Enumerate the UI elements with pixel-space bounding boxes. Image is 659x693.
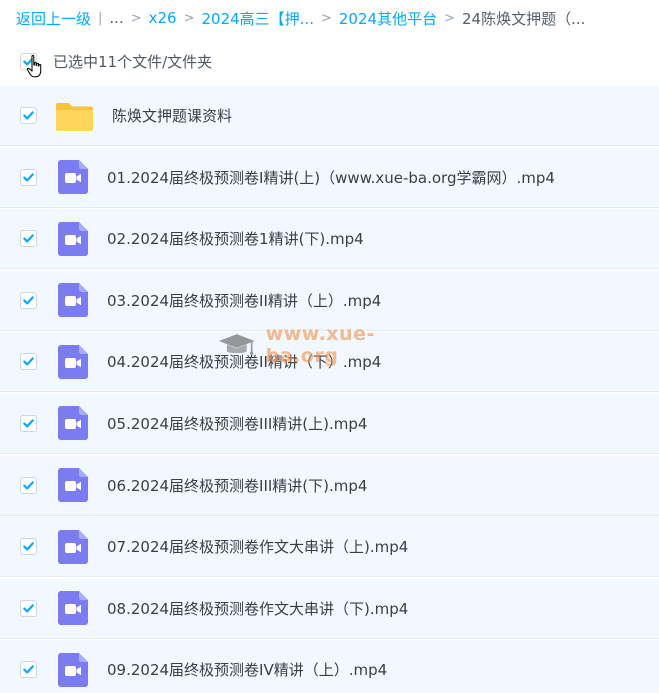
selection-bar: 已选中11个文件/文件夹 bbox=[0, 44, 659, 78]
video-file-icon bbox=[58, 344, 88, 379]
checkmark-icon bbox=[23, 296, 34, 305]
file-row[interactable]: 07.2024届终极预测卷作文大串讲（上).mp4 bbox=[0, 517, 659, 578]
checkmark-icon bbox=[23, 542, 34, 551]
video-file-icon bbox=[58, 283, 88, 318]
row-checkbox[interactable] bbox=[20, 599, 37, 617]
breadcrumb-separator-icon: > bbox=[130, 10, 142, 26]
folder-row[interactable]: 陈焕文押题课资料 bbox=[0, 86, 659, 146]
file-name[interactable]: 01.2024届终极预测卷I精讲(上)（www.xue-ba.org学霸网）.m… bbox=[107, 167, 555, 188]
file-row[interactable]: 01.2024届终极预测卷I精讲(上)（www.xue-ba.org学霸网）.m… bbox=[0, 147, 659, 208]
file-row[interactable]: 06.2024届终极预测卷III精讲(下).mp4 bbox=[0, 455, 659, 516]
breadcrumb-item-gaosan[interactable]: 2024高三【押... bbox=[202, 8, 314, 29]
video-file-icon bbox=[58, 406, 88, 441]
checkmark-icon bbox=[23, 172, 34, 182]
file-name[interactable]: 07.2024届终极预测卷作文大串讲（上).mp4 bbox=[107, 536, 408, 557]
breadcrumb-separator-icon: > bbox=[183, 10, 195, 26]
row-checkbox[interactable] bbox=[20, 168, 37, 186]
breadcrumb-item-other-platforms[interactable]: 2024其他平台 bbox=[339, 8, 437, 29]
row-checkbox[interactable] bbox=[20, 661, 37, 679]
row-checkbox[interactable] bbox=[20, 107, 37, 124]
breadcrumb-separator-icon: > bbox=[444, 10, 455, 26]
folder-icon bbox=[56, 101, 93, 131]
checkmark-icon bbox=[23, 56, 34, 65]
file-row[interactable]: 04.2024届终极预测卷II精讲（下）.mp4 bbox=[0, 332, 659, 393]
selection-count-label: 已选中11个文件/文件夹 bbox=[53, 52, 213, 71]
file-name[interactable]: 06.2024届终极预测卷III精讲(下).mp4 bbox=[107, 475, 367, 496]
video-file-icon bbox=[58, 160, 88, 195]
file-name[interactable]: 09.2024届终极预测卷IV精讲（上）.mp4 bbox=[107, 659, 387, 680]
row-checkbox[interactable] bbox=[20, 230, 37, 248]
file-row[interactable]: 03.2024届终极预测卷II精讲（上）.mp4 bbox=[0, 270, 659, 331]
breadcrumb: 返回上一级 | ... > x26 > 2024高三【押... > 2024其他… bbox=[0, 0, 659, 36]
breadcrumb-ellipsis[interactable]: ... bbox=[109, 9, 123, 27]
checkmark-icon bbox=[23, 665, 34, 674]
row-checkbox[interactable] bbox=[20, 414, 37, 432]
breadcrumb-back-link[interactable]: 返回上一级 bbox=[16, 8, 91, 29]
row-checkbox[interactable] bbox=[20, 353, 37, 371]
select-all-checkbox[interactable] bbox=[20, 52, 37, 70]
file-row[interactable]: 02.2024届终极预测卷1精讲(下).mp4 bbox=[0, 209, 659, 270]
video-file-icon bbox=[58, 468, 88, 503]
checkmark-icon bbox=[23, 604, 34, 613]
file-name[interactable]: 03.2024届终极预测卷II精讲（上）.mp4 bbox=[107, 290, 381, 311]
video-file-icon bbox=[58, 221, 88, 256]
row-checkbox[interactable] bbox=[20, 476, 37, 494]
row-checkbox[interactable] bbox=[20, 538, 37, 556]
video-file-icon bbox=[58, 591, 88, 626]
file-name[interactable]: 08.2024届终极预测卷作文大串讲（下).mp4 bbox=[107, 598, 408, 619]
file-name[interactable]: 05.2024届终极预测卷III精讲(上).mp4 bbox=[107, 413, 367, 434]
file-row[interactable]: 05.2024届终极预测卷III精讲(上).mp4 bbox=[0, 393, 659, 454]
file-name[interactable]: 02.2024届终极预测卷1精讲(下).mp4 bbox=[107, 228, 364, 249]
checkmark-icon bbox=[23, 419, 34, 428]
file-row[interactable]: 08.2024届终极预测卷作文大串讲（下).mp4 bbox=[0, 578, 659, 639]
file-name[interactable]: 陈焕文押题课资料 bbox=[112, 105, 232, 126]
row-checkbox[interactable] bbox=[20, 291, 37, 309]
checkmark-icon bbox=[23, 234, 34, 243]
checkmark-icon bbox=[23, 111, 34, 120]
video-file-icon bbox=[58, 652, 88, 687]
breadcrumb-separator-icon: > bbox=[320, 10, 332, 26]
file-name[interactable]: 04.2024届终极预测卷II精讲（下）.mp4 bbox=[107, 351, 381, 372]
file-list: 陈焕文押题课资料 01.2024届终极预测卷I精讲(上)（www.xue-ba.o… bbox=[0, 86, 659, 693]
checkmark-icon bbox=[23, 480, 34, 490]
file-row[interactable]: 09.2024届终极预测卷IV精讲（上）.mp4 bbox=[0, 640, 659, 693]
breadcrumb-current: 24陈焕文押题（... bbox=[461, 9, 586, 28]
file-browser: 返回上一级 | ... > x26 > 2024高三【押... > 2024其他… bbox=[0, 0, 659, 693]
checkmark-icon bbox=[23, 357, 34, 366]
breadcrumb-divider: | bbox=[98, 10, 103, 26]
breadcrumb-item-x26[interactable]: x26 bbox=[149, 9, 177, 27]
video-file-icon bbox=[58, 529, 88, 564]
